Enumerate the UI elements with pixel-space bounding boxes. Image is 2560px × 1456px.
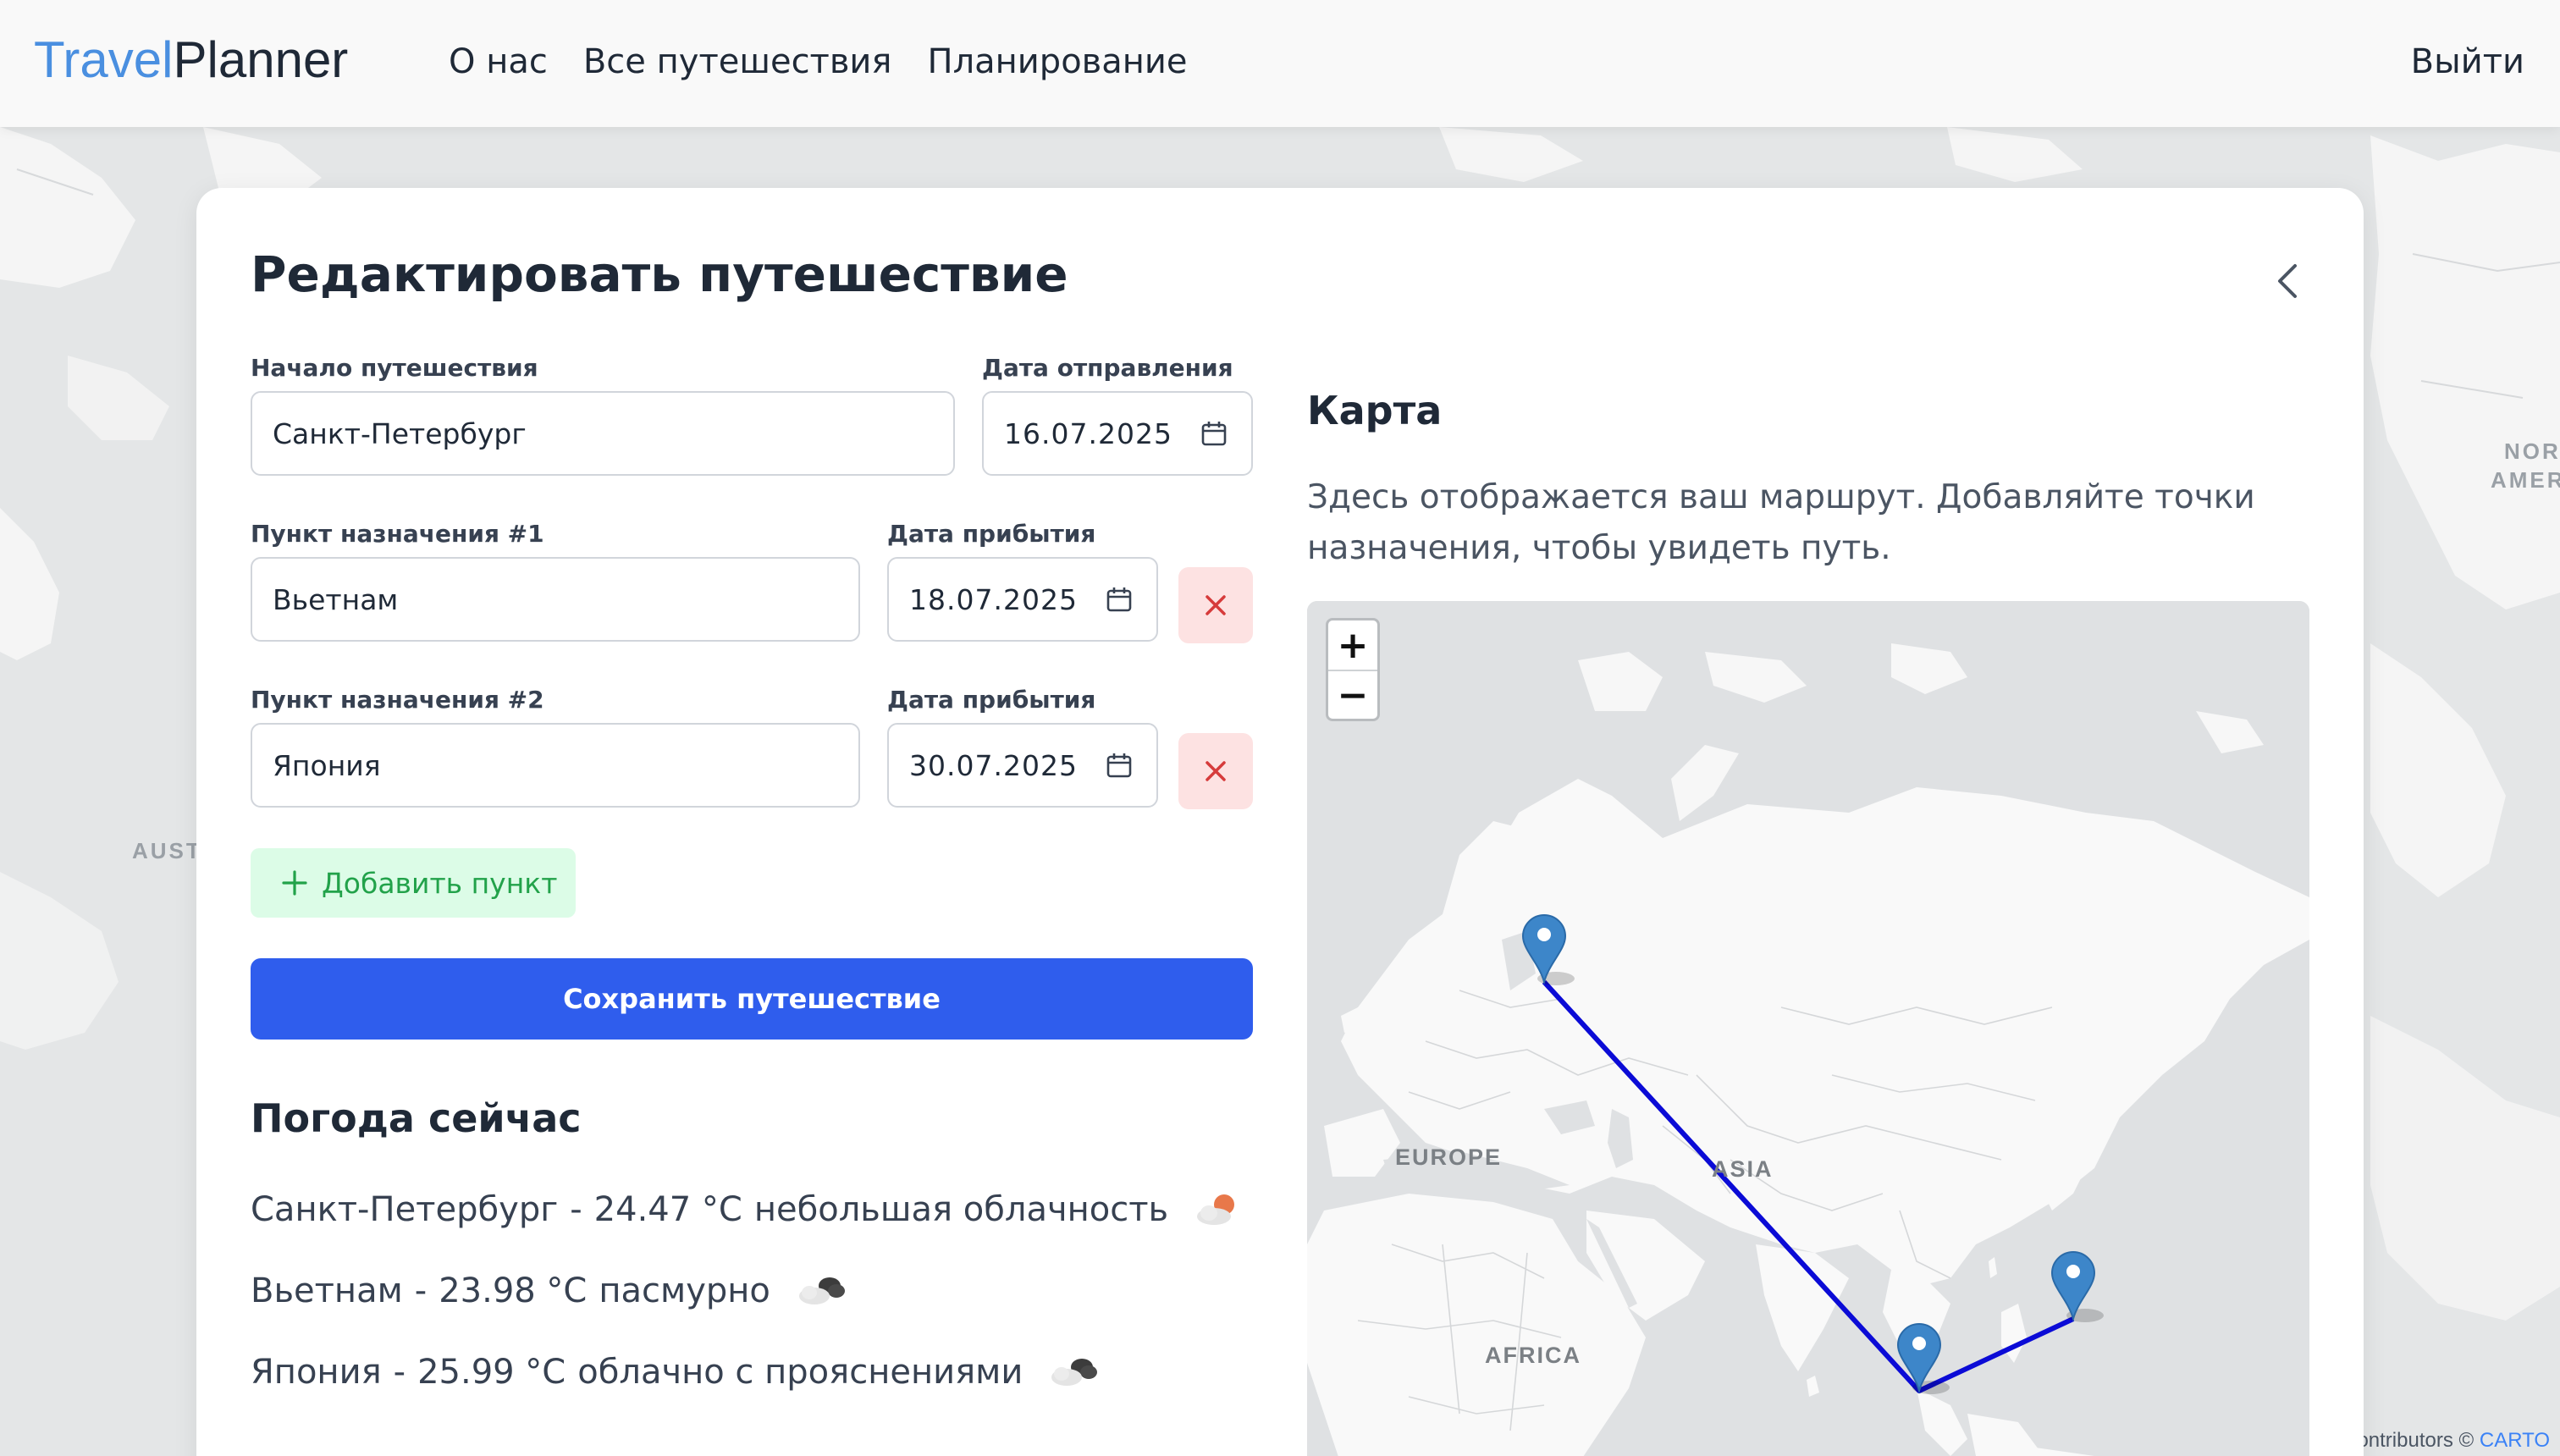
weather-separator: -: [393, 1353, 406, 1392]
weather-city: Япония: [251, 1353, 382, 1392]
edit-trip-card: Редактировать путешествие Начало путешес…: [196, 188, 2364, 1456]
nav-planning[interactable]: Планирование: [928, 42, 1188, 81]
calendar-icon[interactable]: [1200, 420, 1228, 447]
destination-1-label: Пункт назначения #1: [251, 520, 544, 548]
weather-separator: -: [570, 1190, 582, 1229]
bg-label-north-america-2: AMER: [2491, 467, 2560, 493]
route-map-tiles[interactable]: [1307, 601, 2309, 1456]
partly-cloudy-sun-icon: [1197, 1194, 1235, 1225]
bg-label-north-america-1: NOR: [2504, 438, 2560, 464]
calendar-icon[interactable]: [1106, 586, 1133, 613]
weather-row: Санкт-Петербург - 24.47 °C небольшая обл…: [251, 1190, 1243, 1229]
zoom-out-button[interactable]: −: [1328, 670, 1377, 719]
remove-destination-2-button[interactable]: [1178, 733, 1253, 809]
calendar-icon[interactable]: [1106, 752, 1133, 779]
start-city-value: Санкт-Петербург: [273, 416, 527, 450]
weather-desc: небольшая облачность: [753, 1190, 1169, 1229]
map-title: Карта: [1307, 388, 1443, 433]
weather-city: Вьетнам: [251, 1271, 403, 1310]
logo-part-travel: Travel: [34, 31, 174, 88]
attribution-text: ontributors ©: [2357, 1429, 2480, 1452]
destination-2-value: Япония: [273, 748, 381, 782]
weather-temp: 23.98 °C: [439, 1271, 588, 1310]
broken-clouds-icon: [1051, 1359, 1098, 1386]
weather-row: Япония - 25.99 °C облачно с прояснениями: [251, 1353, 1101, 1392]
map-attribution: ontributors © CARTO: [2357, 1429, 2550, 1453]
weather-desc: облачно с прояснениями: [577, 1353, 1023, 1392]
destination-1-input[interactable]: Вьетнам: [251, 557, 860, 642]
arrival-date-1-input[interactable]: 18.07.2025: [887, 557, 1158, 642]
map-description: Здесь отображается ваш маршрут. Добавляй…: [1307, 478, 2255, 567]
logout-link[interactable]: Выйти: [2411, 42, 2524, 81]
destination-2-input[interactable]: Япония: [251, 723, 860, 808]
weather-separator: -: [414, 1271, 428, 1310]
close-icon: [1206, 595, 1226, 615]
page-title: Редактировать путешествие: [251, 245, 1068, 303]
weather-temp: 24.47 °C: [593, 1190, 742, 1229]
arrival-date-2-input[interactable]: 30.07.2025: [887, 723, 1158, 808]
nav-all-trips[interactable]: Все путешествия: [583, 42, 892, 81]
arrival-date-1-value: 18.07.2025: [909, 582, 1078, 616]
plus-icon: [282, 870, 307, 896]
weather-city: Санкт-Петербург: [251, 1190, 559, 1229]
logo-part-planner: Planner: [173, 31, 349, 88]
top-navbar: Travel Planner О нас Все путешествия План…: [0, 0, 2560, 127]
overcast-clouds-icon: [798, 1277, 845, 1304]
departure-date-value: 16.07.2025: [1004, 416, 1172, 450]
carto-link[interactable]: CARTO: [2480, 1429, 2550, 1452]
map-label-asia: ASIA: [1712, 1156, 1774, 1182]
destination-2-label: Пункт назначения #2: [251, 686, 544, 714]
add-point-label: Добавить пункт: [322, 866, 558, 900]
nav-about[interactable]: О нас: [449, 42, 548, 81]
add-point-button[interactable]: Добавить пункт: [251, 848, 576, 918]
zoom-in-button[interactable]: +: [1328, 620, 1377, 670]
close-icon: [1206, 761, 1226, 781]
remove-destination-1-button[interactable]: [1178, 567, 1253, 643]
chevron-left-icon: [2278, 264, 2297, 298]
back-button[interactable]: [2262, 256, 2313, 306]
destination-1-value: Вьетнам: [273, 582, 399, 616]
start-city-input[interactable]: Санкт-Петербург: [251, 391, 955, 476]
route-map[interactable]: EUROPE ASIA AFRICA + −: [1307, 601, 2309, 1456]
map-label-europe: EUROPE: [1395, 1144, 1503, 1170]
arrival-date-2-value: 30.07.2025: [909, 748, 1078, 782]
zoom-control: + −: [1326, 618, 1380, 721]
save-trip-button[interactable]: Сохранить путешествие: [251, 958, 1253, 1040]
main-nav: О нас Все путешествия Планирование: [449, 42, 1188, 81]
departure-date-label: Дата отправления: [982, 354, 1233, 382]
map-label-africa: AFRICA: [1485, 1343, 1581, 1368]
weather-desc: пасмурно: [599, 1271, 770, 1310]
arrival-date-2-label: Дата прибытия: [887, 686, 1096, 714]
weather-row: Вьетнам - 23.98 °C пасмурно: [251, 1271, 848, 1310]
logo[interactable]: Travel Planner: [34, 30, 348, 89]
bg-label-australia: AUST: [132, 838, 202, 863]
weather-title: Погода сейчас: [251, 1095, 582, 1141]
weather-temp: 25.99 °C: [417, 1353, 566, 1392]
start-label: Начало путешествия: [251, 354, 538, 382]
arrival-date-1-label: Дата прибытия: [887, 520, 1096, 548]
departure-date-input[interactable]: 16.07.2025: [982, 391, 1253, 476]
